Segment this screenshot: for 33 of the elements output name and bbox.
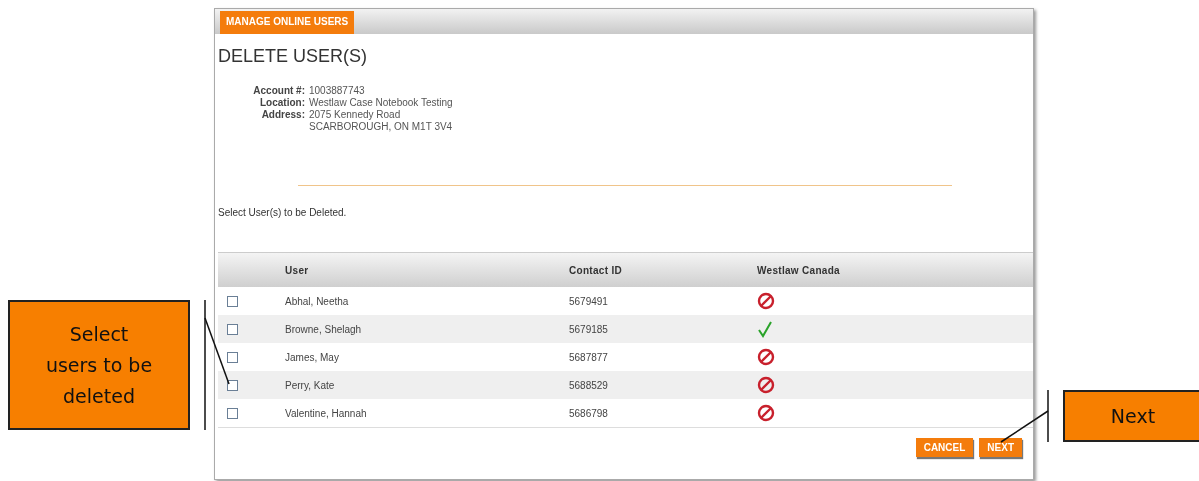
- column-header: Westlaw Canada: [757, 264, 841, 276]
- contact-id: 5686798: [569, 407, 609, 419]
- checkbox[interactable]: [227, 295, 238, 307]
- checkbox[interactable]: [227, 351, 238, 363]
- action-button[interactable]: NEXT: [979, 438, 1022, 457]
- leader-line: [1000, 389, 1049, 443]
- field-label: Address:: [260, 109, 305, 121]
- contact-id: 5688529: [569, 379, 609, 391]
- field-value: 2075 Kennedy Road: [309, 109, 402, 121]
- user-name: Browne, Shelagh: [285, 323, 363, 335]
- action-button[interactable]: CANCEL: [915, 438, 974, 457]
- field-label: Account #:: [252, 85, 305, 97]
- manage-online-users-tab[interactable]: MANAGE ONLINE USERS: [220, 11, 355, 34]
- contact-id: 5679185: [569, 323, 609, 335]
- instruction-text: Select User(s) to be Deleted.: [218, 207, 348, 218]
- column-header: Contact ID: [569, 264, 623, 276]
- user-name: Perry, Kate: [285, 379, 336, 391]
- page-title: DELETE USER(S): [218, 45, 369, 67]
- user-name: James, May: [285, 351, 340, 363]
- field-value: SCARBOROUGH, ON M1T 3V4: [309, 121, 453, 133]
- checkbox[interactable]: [227, 323, 238, 335]
- user-name: Abhal, Neetha: [285, 295, 350, 307]
- contact-id: 5687877: [569, 351, 609, 363]
- callout-box: Next: [1063, 390, 1199, 442]
- field-value: Westlaw Case Notebook Testing: [309, 97, 453, 109]
- column-header: User: [285, 264, 310, 276]
- contact-id: 5679491: [569, 295, 609, 307]
- user-name: Valentine, Hannah: [285, 407, 368, 419]
- checkbox[interactable]: [227, 379, 238, 391]
- callout-box: Select users to be deleted: [8, 300, 190, 430]
- checkbox[interactable]: [227, 407, 238, 419]
- field-label: Location:: [259, 97, 305, 109]
- field-value: 1003887743: [309, 85, 366, 97]
